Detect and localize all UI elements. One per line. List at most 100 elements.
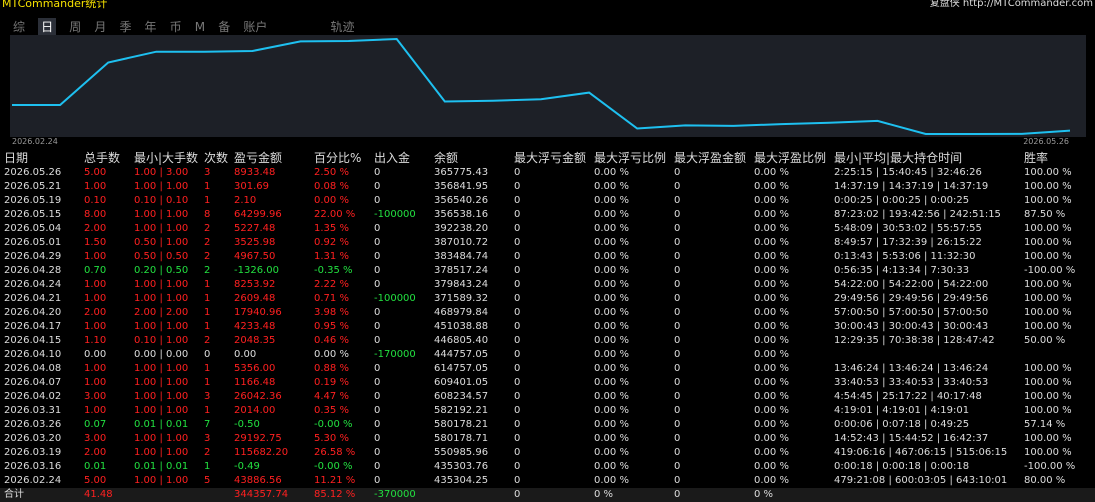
cell-flow: 0 bbox=[374, 181, 381, 192]
table-row[interactable]: 2026.04.28 0.70 0.20 | 0.50 2 -1326.00 -0.35 … bbox=[0, 264, 1095, 278]
cell-minmax: 1.00 | 1.00 bbox=[134, 377, 189, 388]
col-header-lots[interactable]: 总手数 bbox=[84, 150, 120, 166]
total-maxloss: 0 bbox=[514, 489, 521, 500]
col-header-minmax[interactable]: 最小|大手数 bbox=[134, 150, 198, 166]
cell-count: 2 bbox=[204, 447, 211, 458]
cell-win: 100.00 % bbox=[1024, 279, 1072, 290]
cell-hold: 479:21:08 | 600:03:05 | 643:10:01 bbox=[834, 475, 1008, 486]
table-row[interactable]: 2026.05.15 8.00 1.00 | 1.00 8 64299.96 22.00 … bbox=[0, 208, 1095, 222]
cell-win: 100.00 % bbox=[1024, 223, 1072, 234]
cell-maxloss: 0 bbox=[514, 377, 521, 388]
cell-maxloss: 0 bbox=[514, 195, 521, 206]
tab-m[interactable]: M bbox=[195, 18, 205, 36]
cell-maxprofitr: 0.00 % bbox=[754, 181, 789, 192]
table-row[interactable]: 2026.05.21 1.00 1.00 | 1.00 1 301.69 0.08 % 0 3… bbox=[0, 180, 1095, 194]
table-row[interactable]: 2026.04.20 2.00 2.00 | 2.00 1 17940.96 3.98 %… bbox=[0, 306, 1095, 320]
col-header-maxprofit[interactable]: 最大浮盈金额 bbox=[674, 150, 746, 166]
cell-balance: 387010.72 bbox=[434, 237, 489, 248]
cell-balance: 356841.95 bbox=[434, 181, 489, 192]
cell-hold: 8:49:57 | 17:32:39 | 26:15:22 bbox=[834, 237, 982, 248]
cell-pct: 0.95 % bbox=[314, 321, 349, 332]
table-row[interactable]: 2026.04.08 1.00 1.00 | 1.00 1 5356.00 0.88 % 0… bbox=[0, 362, 1095, 376]
col-header-maxloss[interactable]: 最大浮亏金额 bbox=[514, 150, 586, 166]
tab-overview[interactable]: 综 bbox=[13, 18, 25, 36]
cell-maxprofitr: 0.00 % bbox=[754, 335, 789, 346]
tab-daily[interactable]: 日 bbox=[38, 18, 57, 36]
cell-minmax: 1.00 | 1.00 bbox=[134, 475, 189, 486]
cell-hold: 0:56:35 | 4:13:34 | 7:30:33 bbox=[834, 265, 970, 276]
cell-maxloss: 0 bbox=[514, 405, 521, 416]
col-header-count[interactable]: 次数 bbox=[204, 150, 228, 166]
cell-minmax: 1.00 | 1.00 bbox=[134, 181, 189, 192]
cell-pct: 3.98 % bbox=[314, 307, 349, 318]
table-row[interactable]: 2026.03.16 0.01 0.01 | 0.01 1 -0.49 -0.00 % 0 4… bbox=[0, 460, 1095, 474]
cell-minmax: 1.00 | 1.00 bbox=[134, 223, 189, 234]
tab-quarterly[interactable]: 季 bbox=[119, 18, 131, 36]
cell-minmax: 0.50 | 1.00 bbox=[134, 237, 189, 248]
table-row[interactable]: 2026.04.15 1.10 0.10 | 1.00 2 2048.35 0.46 % 0… bbox=[0, 334, 1095, 348]
cell-maxlossr: 0.00 % bbox=[594, 405, 629, 416]
tab-monthly[interactable]: 月 bbox=[94, 18, 106, 36]
cell-flow: 0 bbox=[374, 279, 381, 290]
cell-minmax: 0.20 | 0.50 bbox=[134, 265, 189, 276]
cell-maxloss: 0 bbox=[514, 293, 521, 304]
cell-win: 100.00 % bbox=[1024, 195, 1072, 206]
cell-balance: 580178.71 bbox=[434, 433, 489, 444]
table-row[interactable]: 2026.04.10 0.00 0.00 | 0.00 0 0.00 0.00 % -170… bbox=[0, 348, 1095, 362]
cell-maxloss: 0 bbox=[514, 279, 521, 290]
col-header-balance[interactable]: 余额 bbox=[434, 150, 458, 166]
table-row[interactable]: 2026.05.04 2.00 1.00 | 1.00 2 5227.48 1.35 % 0… bbox=[0, 222, 1095, 236]
table-row[interactable]: 2026.05.19 0.10 0.10 | 0.10 1 2.10 0.00 % 0 356… bbox=[0, 194, 1095, 208]
col-header-pct[interactable]: 百分比% bbox=[314, 150, 361, 166]
table-row[interactable]: 2026.04.02 3.00 1.00 | 1.00 3 26042.36 4.47 %… bbox=[0, 390, 1095, 404]
col-header-flow[interactable]: 出入金 bbox=[374, 150, 410, 166]
col-header-win[interactable]: 胜率 bbox=[1024, 150, 1048, 166]
cell-maxloss: 0 bbox=[514, 209, 521, 220]
cell-win: 100.00 % bbox=[1024, 405, 1072, 416]
site-link[interactable]: http://MTCommander.com bbox=[963, 0, 1093, 9]
cell-maxloss: 0 bbox=[514, 167, 521, 178]
cell-hold: 0:13:43 | 5:53:06 | 11:32:30 bbox=[834, 251, 976, 262]
table-row[interactable]: 2026.04.24 1.00 1.00 | 1.00 1 8253.92 2.22 % 0… bbox=[0, 278, 1095, 292]
cell-pnl: -0.49 bbox=[234, 461, 260, 472]
tab-currency[interactable]: 币 bbox=[170, 18, 182, 36]
table-row[interactable]: 2026.05.26 5.00 1.00 | 3.00 3 8933.48 2.50 % 0… bbox=[0, 166, 1095, 180]
table-row[interactable]: 2026.03.20 3.00 1.00 | 1.00 3 29192.75 5.30 %… bbox=[0, 432, 1095, 446]
table-row[interactable]: 2026.05.01 1.50 0.50 | 1.00 2 3525.98 0.92 % 0… bbox=[0, 236, 1095, 250]
table-row[interactable]: 2026.04.17 1.00 1.00 | 1.00 1 4233.48 0.95 % 0… bbox=[0, 320, 1095, 334]
table-row[interactable]: 2026.02.24 5.00 1.00 | 1.00 5 43886.56 11.21 … bbox=[0, 474, 1095, 488]
col-header-hold[interactable]: 最小|平均|最大持仓时间 bbox=[834, 150, 962, 166]
cell-flow: 0 bbox=[374, 265, 381, 276]
cell-maxloss: 0 bbox=[514, 321, 521, 332]
cell-win: 100.00 % bbox=[1024, 307, 1072, 318]
col-header-maxprofitr[interactable]: 最大浮盈比例 bbox=[754, 150, 826, 166]
cell-maxlossr: 0.00 % bbox=[594, 377, 629, 388]
cell-maxlossr: 0.00 % bbox=[594, 251, 629, 262]
cell-minmax: 0.01 | 0.01 bbox=[134, 419, 189, 430]
table-row[interactable]: 2026.03.31 1.00 1.00 | 1.00 1 2014.00 0.35 % 0… bbox=[0, 404, 1095, 418]
total-pnl: 344357.74 bbox=[234, 489, 289, 500]
col-header-maxlossr[interactable]: 最大浮亏比例 bbox=[594, 150, 666, 166]
col-header-date[interactable]: 日期 bbox=[4, 150, 28, 166]
tab-account[interactable]: 账户 bbox=[243, 18, 267, 36]
table-row[interactable]: 2026.03.26 0.07 0.01 | 0.01 7 -0.50 -0.00 % 0 5… bbox=[0, 418, 1095, 432]
cell-count: 1 bbox=[204, 461, 211, 472]
col-header-pnl[interactable]: 盈亏金额 bbox=[234, 150, 282, 166]
tab-weekly[interactable]: 周 bbox=[69, 18, 81, 36]
table-row[interactable]: 2026.04.21 1.00 1.00 | 1.00 1 2609.48 0.71 % -… bbox=[0, 292, 1095, 306]
cell-date: 2026.05.15 bbox=[4, 209, 62, 220]
cell-minmax: 0.01 | 0.01 bbox=[134, 461, 189, 472]
table-row[interactable]: 2026.03.19 2.00 1.00 | 1.00 2 115682.20 26.58… bbox=[0, 446, 1095, 460]
tab-notes[interactable]: 备 bbox=[218, 18, 230, 36]
cell-count: 3 bbox=[204, 391, 211, 402]
table-row[interactable]: 2026.04.29 1.00 0.50 | 0.50 2 4967.50 1.31 % 0… bbox=[0, 250, 1095, 264]
table-row[interactable]: 2026.04.07 1.00 1.00 | 1.00 1 1166.48 0.19 % 0… bbox=[0, 376, 1095, 390]
cell-hold: 2:25:15 | 15:40:45 | 32:46:26 bbox=[834, 167, 982, 178]
cell-lots: 2.00 bbox=[84, 307, 107, 318]
tab-yearly[interactable]: 年 bbox=[145, 18, 157, 36]
cell-win: 87.50 % bbox=[1024, 209, 1066, 220]
cell-pct: 4.47 % bbox=[314, 391, 349, 402]
cell-win: 100.00 % bbox=[1024, 447, 1072, 458]
cell-date: 2026.05.19 bbox=[4, 195, 62, 206]
tab-track[interactable]: 轨迹 bbox=[330, 18, 354, 36]
